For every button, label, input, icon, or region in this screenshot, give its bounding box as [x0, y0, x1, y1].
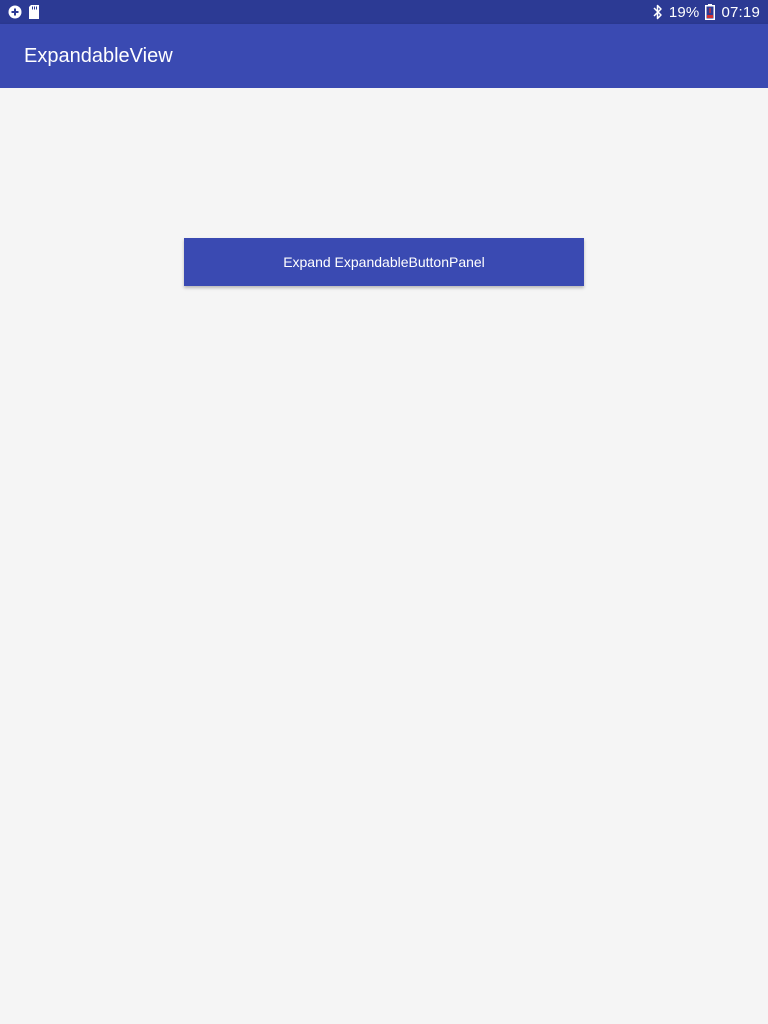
plus-circle-icon: [8, 5, 22, 19]
bluetooth-icon: [653, 4, 663, 20]
status-bar: 19% 07:19: [0, 0, 768, 24]
app-title: ExpandableView: [24, 45, 173, 67]
status-right-indicators: 19% 07:19: [653, 0, 760, 24]
battery-low-icon: [705, 4, 716, 20]
app-bar: ExpandableView: [0, 24, 768, 88]
sd-card-icon: [28, 5, 40, 19]
status-left-icons: [8, 4, 40, 20]
status-time: 07:19: [721, 3, 760, 21]
expand-panel-button[interactable]: Expand ExpandableButtonPanel: [184, 238, 584, 286]
expand-panel-button-label: Expand ExpandableButtonPanel: [283, 254, 485, 270]
battery-percent: 19%: [668, 3, 700, 21]
main-content: Expand ExpandableButtonPanel: [0, 88, 768, 1024]
